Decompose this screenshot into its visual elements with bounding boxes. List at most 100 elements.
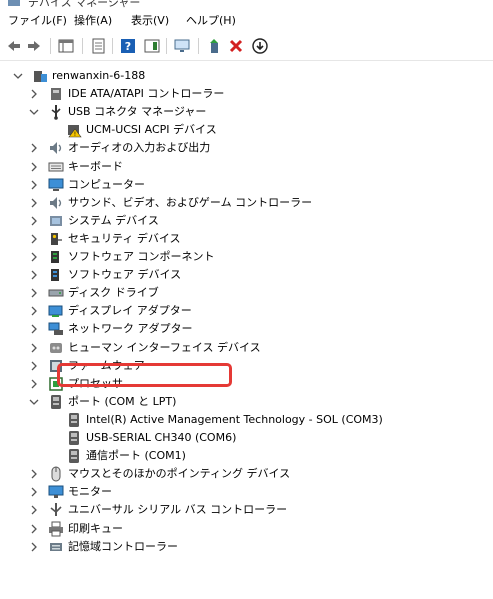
chevron-right-icon[interactable] xyxy=(28,287,40,299)
window-title: デバイス マネージャー xyxy=(28,0,141,8)
back-arrow-icon[interactable] xyxy=(4,36,24,56)
tree-item[interactable]: ユニバーサル シリアル バス コントローラー xyxy=(31,501,288,519)
device-tree: renwanxin-6-188 IDE ATA/ATAPI コントローラー USB … xyxy=(0,64,493,599)
tree-item[interactable]: オーディオの入力および出力 xyxy=(31,139,211,157)
tree-item-label: 印刷キュー xyxy=(68,521,123,535)
printer-icon xyxy=(48,521,64,537)
storage-controller-icon xyxy=(48,539,64,555)
chevron-right-icon[interactable] xyxy=(28,360,40,372)
chevron-right-icon[interactable] xyxy=(28,305,40,317)
menu-action[interactable]: 操作(A) xyxy=(74,12,112,28)
tree-item-label: システム デバイス xyxy=(68,213,159,227)
tree-item[interactable]: ネットワーク アダプター xyxy=(31,320,193,338)
tree-item-label: オーディオの入力および出力 xyxy=(68,141,211,155)
computer-icon xyxy=(48,177,64,193)
tree-item-label: UCM-UCSI ACPI デバイス xyxy=(86,123,217,137)
download-circle-icon[interactable] xyxy=(250,36,270,56)
tree-item[interactable]: モニター xyxy=(31,483,112,501)
tree-item[interactable]: ! UCM-UCSI ACPI デバイス xyxy=(66,121,217,139)
display-adapter-icon xyxy=(48,303,64,319)
properties-grid-icon[interactable] xyxy=(56,36,76,56)
tree-item[interactable]: ポート (COM と LPT) xyxy=(29,393,177,411)
port-icon xyxy=(66,430,82,446)
tree-item-label: マウスとそのほかのポインティング デバイス xyxy=(68,467,291,481)
chevron-right-icon[interactable] xyxy=(28,323,40,335)
tree-item-label: USB-SERIAL CH340 (COM6) xyxy=(86,431,237,444)
chevron-right-icon[interactable] xyxy=(28,88,40,100)
chevron-right-icon[interactable] xyxy=(28,179,40,191)
forward-arrow-icon[interactable] xyxy=(24,36,44,56)
tree-item-label: ポート (COM と LPT) xyxy=(68,394,177,408)
tree-item-label: ユニバーサル シリアル バス コントローラー xyxy=(68,503,288,517)
menu-file[interactable]: ファイル(F) xyxy=(8,12,67,28)
chevron-down-icon[interactable] xyxy=(12,70,24,82)
menu-bar: ファイル(F) 操作(A) 表示(V) ヘルプ(H) xyxy=(0,8,493,30)
tree-item[interactable]: 通信ポート (COM1) xyxy=(66,447,186,465)
chevron-down-icon[interactable] xyxy=(28,396,40,408)
action-pane-icon[interactable] xyxy=(142,36,162,56)
svg-text:!: ! xyxy=(74,131,76,138)
tree-item-label: セキュリティ デバイス xyxy=(68,231,181,245)
chevron-right-icon[interactable] xyxy=(28,342,40,354)
tree-item-label: IDE ATA/ATAPI コントローラー xyxy=(68,87,225,101)
chevron-right-icon[interactable] xyxy=(28,215,40,227)
monitor-icon xyxy=(48,484,64,500)
tree-item-label: コンピューター xyxy=(68,177,145,191)
port-icon xyxy=(66,412,82,428)
tree-item[interactable]: ディスク ドライブ xyxy=(31,284,159,302)
computer-icon xyxy=(32,68,48,84)
help-icon[interactable]: ? xyxy=(118,36,138,56)
tree-root[interactable]: renwanxin-6-188 xyxy=(13,67,146,85)
chevron-right-icon[interactable] xyxy=(28,269,40,281)
chevron-right-icon[interactable] xyxy=(28,142,40,154)
port-icon xyxy=(48,394,64,410)
tree-item-label: 記憶域コントローラー xyxy=(68,539,178,553)
tree-item[interactable]: コンピューター xyxy=(31,176,145,194)
chevron-right-icon[interactable] xyxy=(28,161,40,173)
tree-item-label: ディスク ドライブ xyxy=(68,286,159,300)
monitor-scan-icon[interactable] xyxy=(172,36,192,56)
tree-item[interactable]: ヒューマン インターフェイス デバイス xyxy=(31,339,261,357)
tree-item[interactable]: ソフトウェア デバイス xyxy=(31,266,182,284)
chevron-right-icon[interactable] xyxy=(28,541,40,553)
chevron-right-icon[interactable] xyxy=(28,197,40,209)
tree-item-highlighted[interactable]: USB-SERIAL CH340 (COM6) xyxy=(66,429,236,447)
chevron-right-icon[interactable] xyxy=(28,486,40,498)
chevron-right-icon[interactable] xyxy=(28,504,40,516)
menu-view[interactable]: 表示(V) xyxy=(131,12,169,28)
chevron-right-icon[interactable] xyxy=(28,378,40,390)
tree-item[interactable]: IDE ATA/ATAPI コントローラー xyxy=(31,85,225,103)
tree-item[interactable]: マウスとそのほかのポインティング デバイス xyxy=(31,465,291,483)
tree-item[interactable]: システム デバイス xyxy=(31,212,159,230)
tree-item[interactable]: USB コネクタ マネージャー xyxy=(29,103,206,121)
hid-icon xyxy=(48,340,64,356)
tree-item-label: ソフトウェア デバイス xyxy=(68,268,182,282)
tree-item[interactable]: サウンド、ビデオ、およびゲーム コントローラー xyxy=(31,194,313,212)
tree-item-label: ヒューマン インターフェイス デバイス xyxy=(68,340,261,354)
security-key-icon xyxy=(48,231,64,247)
tree-item-label: サウンド、ビデオ、およびゲーム コントローラー xyxy=(68,195,313,209)
tree-item-label: ソフトウェア コンポーネント xyxy=(68,250,215,263)
window-titlebar: デバイス マネージャー xyxy=(0,0,493,8)
tree-item-label: renwanxin-6-188 xyxy=(52,69,146,82)
svg-text:?: ? xyxy=(125,40,131,53)
chevron-down-icon[interactable] xyxy=(28,106,40,118)
keyboard-icon xyxy=(48,159,64,175)
document-icon[interactable] xyxy=(88,36,108,56)
tree-item[interactable]: セキュリティ デバイス xyxy=(31,230,181,248)
chevron-right-icon[interactable] xyxy=(28,233,40,245)
usb-connector-icon xyxy=(48,104,64,120)
tree-item[interactable]: キーボード xyxy=(31,158,123,176)
chevron-right-icon[interactable] xyxy=(28,251,40,263)
mouse-icon xyxy=(48,466,64,482)
update-driver-icon[interactable] xyxy=(204,36,224,56)
tree-item[interactable]: Intel(R) Active Management Technology - … xyxy=(66,411,383,429)
uninstall-x-icon[interactable] xyxy=(226,36,246,56)
chevron-right-icon[interactable] xyxy=(28,523,40,535)
tree-item[interactable]: 記憶域コントローラー xyxy=(31,538,178,556)
chevron-right-icon[interactable] xyxy=(28,468,40,480)
menu-help[interactable]: ヘルプ(H) xyxy=(186,12,236,28)
tree-item[interactable]: ソフトウェア コンポーネント xyxy=(31,248,215,266)
tree-item[interactable]: ディスプレイ アダプター xyxy=(31,302,192,320)
tree-item[interactable]: 印刷キュー xyxy=(31,520,123,538)
